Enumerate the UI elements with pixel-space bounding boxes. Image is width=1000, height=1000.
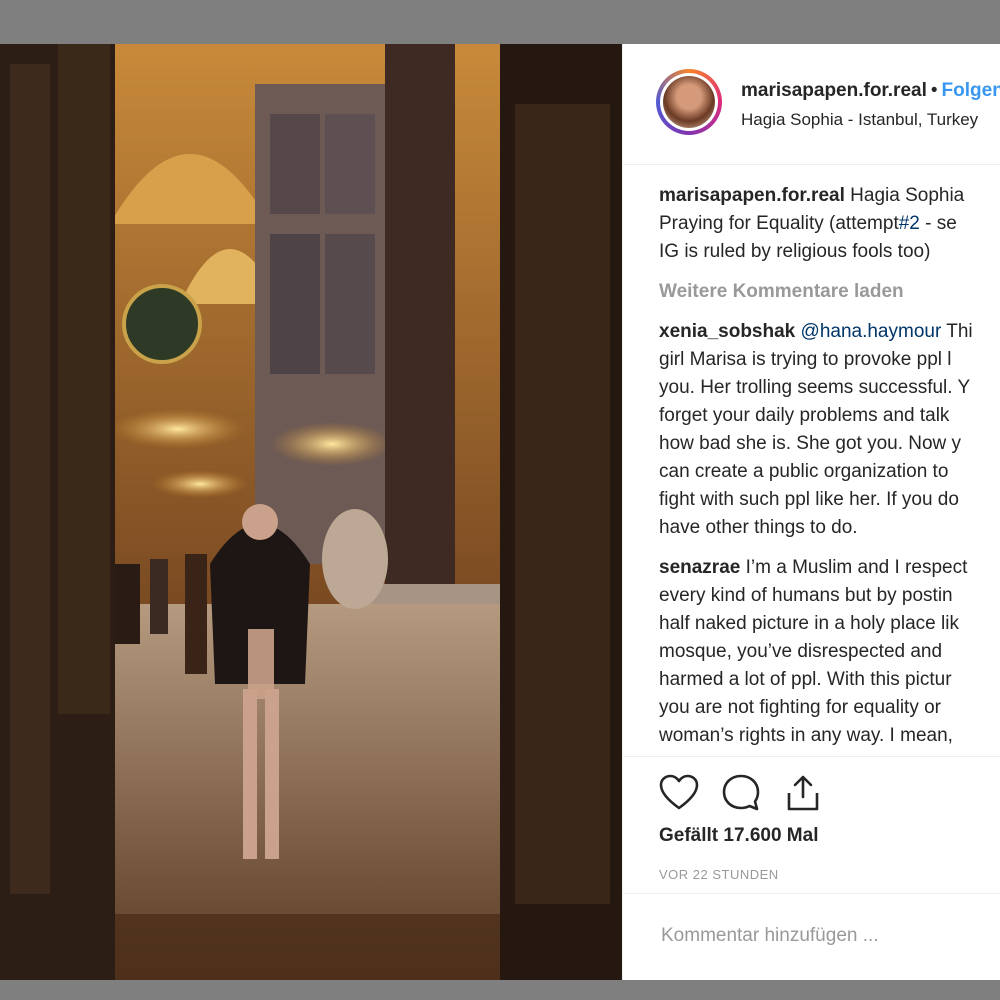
comment-line: have other things to do. <box>659 517 858 538</box>
comment-line: woman’s rights in any way. I mean, <box>659 725 953 746</box>
comment-line: half naked picture in a holy place lik <box>659 613 959 634</box>
comment: senazrae I’m a Muslim and I respect ever… <box>659 554 1000 750</box>
mention-link[interactable]: @hana.haymour <box>801 321 942 342</box>
caption: marisapapen.for.real Hagia Sophia Prayin… <box>659 182 1000 266</box>
post-side-panel: marisapapen.for.real • Folgen Hagia Sophia… <box>622 44 1000 980</box>
backdrop-top <box>0 0 1000 44</box>
comment-line: can create a public organization to <box>659 461 949 482</box>
comment-line: every kind of humans but by postin <box>659 585 953 606</box>
comment-text: Thi <box>941 321 973 342</box>
comment-line: fight with such ppl like her. If you do <box>659 489 959 510</box>
comment-line: xenia_sobshak @hana.haymour Thi <box>659 318 1000 346</box>
post-header: marisapapen.for.real • Folgen Hagia Sophia… <box>623 44 1000 165</box>
avatar-photo <box>663 76 715 128</box>
comment-icon[interactable] <box>721 773 761 813</box>
comment-line: you are not fighting for equality or <box>659 697 942 718</box>
instagram-post: marisapapen.for.real • Folgen Hagia Sophia… <box>0 44 1000 980</box>
backdrop-bottom <box>0 980 1000 1000</box>
comment-username[interactable]: xenia_sobshak <box>659 321 795 342</box>
caption-username[interactable]: marisapapen.for.real <box>659 185 845 206</box>
comment-line: forget your daily problems and talk <box>659 405 950 426</box>
post-actions: Gefällt 17.600 Mal VOR 22 STUNDEN <box>623 756 1000 980</box>
avatar-ring-inner <box>660 73 718 131</box>
caption-text: - se <box>919 213 957 234</box>
caption-line: marisapapen.for.real Hagia Sophia <box>659 182 1000 210</box>
caption-line: IG is ruled by religious fools too) <box>659 241 931 262</box>
comment-text: I’m a Muslim and I respect <box>740 557 968 578</box>
username-row: marisapapen.for.real • Folgen <box>741 80 1000 102</box>
hashtag-link[interactable]: #2 <box>899 213 920 234</box>
post-photo <box>0 44 622 980</box>
separator-dot: • <box>930 80 938 101</box>
comment-line: you. Her trolling seems successful. Y <box>659 377 971 398</box>
comment-line: harmed a lot of ppl. With this pictur <box>659 669 952 690</box>
add-comment-input[interactable] <box>659 924 993 948</box>
comment-line: mosque, you’ve disrespected and <box>659 641 943 662</box>
avatar[interactable] <box>656 69 722 135</box>
comment-username[interactable]: senazrae <box>659 557 740 578</box>
comment: xenia_sobshak @hana.haymour Thi girl Mar… <box>659 318 1000 542</box>
heart-icon[interactable] <box>659 773 699 813</box>
add-comment-section <box>623 893 1000 980</box>
share-icon[interactable] <box>783 773 823 813</box>
likes-count[interactable]: Gefällt 17.600 Mal <box>659 825 818 847</box>
comments-list: marisapapen.for.real Hagia Sophia Prayin… <box>659 182 1000 750</box>
follow-button[interactable]: Folgen <box>942 80 1000 101</box>
comment-line: senazrae I’m a Muslim and I respect <box>659 554 1000 582</box>
comment-line: how bad she is. She got you. Now y <box>659 433 962 454</box>
location-link[interactable]: Hagia Sophia - Istanbul, Turkey <box>741 110 978 130</box>
username-link[interactable]: marisapapen.for.real <box>741 80 927 101</box>
comment-line: girl Marisa is trying to provoke ppl l <box>659 349 952 370</box>
post-timestamp: VOR 22 STUNDEN <box>659 867 779 882</box>
caption-line: Praying for Equality (attempt#2 - se <box>659 210 1000 238</box>
load-more-comments-button[interactable]: Weitere Kommentare laden <box>659 278 1000 306</box>
caption-text: Praying for Equality (attempt <box>659 213 899 234</box>
caption-text: Hagia Sophia <box>850 185 965 206</box>
